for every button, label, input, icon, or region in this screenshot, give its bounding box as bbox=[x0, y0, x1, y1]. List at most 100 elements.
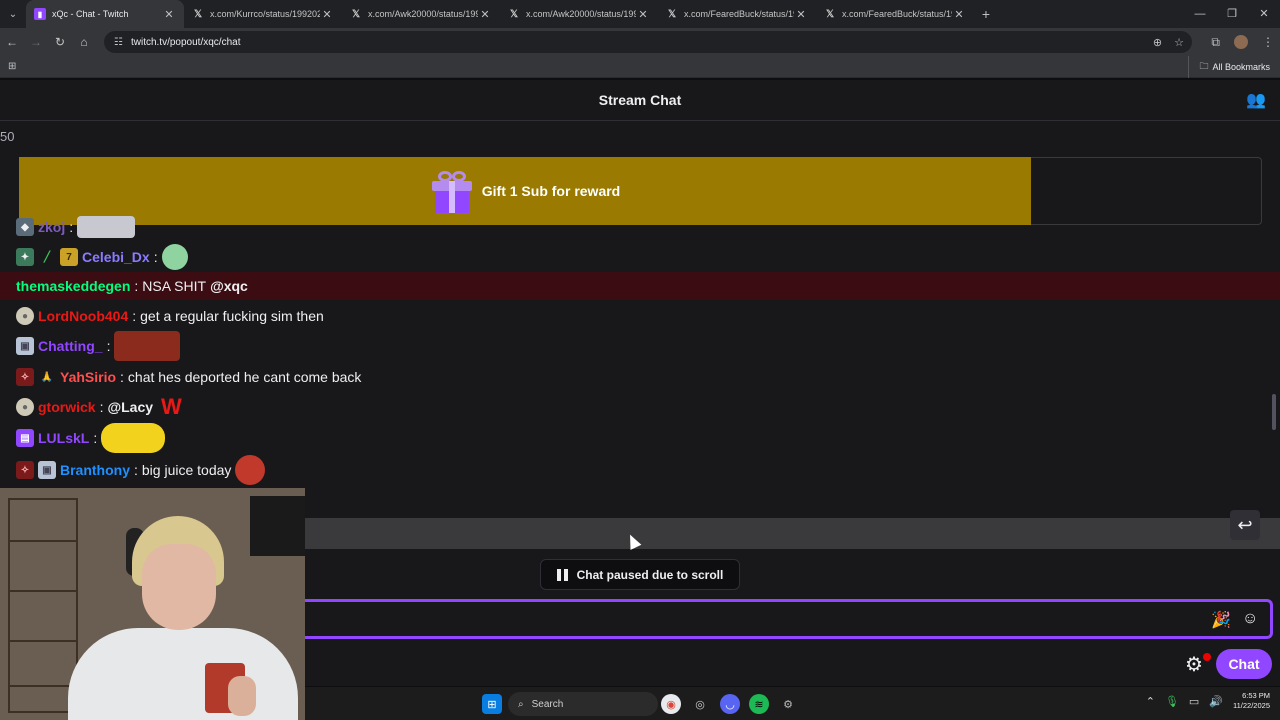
all-bookmarks-label: All Bookmarks bbox=[1212, 62, 1270, 72]
subscriber-badge-icon: ● bbox=[16, 398, 34, 416]
close-icon[interactable]: ✕ bbox=[952, 8, 966, 21]
tab-title: x.com/Kurrco/status/19920218 bbox=[210, 9, 320, 19]
microphone-icon[interactable]: 🎙 bbox=[1165, 695, 1179, 708]
tab-x-fearedbuck-1[interactable]: 𝕏 x.com/FearedBuck/status/1992 ✕ bbox=[658, 0, 816, 28]
address-bar-row: ← → ↻ ⌂ ☷ twitch.tv/popout/xqc/chat ⊕ ☆ … bbox=[0, 28, 1280, 56]
chat-message-list[interactable]: 50 Gift 1 Sub for reward ◆ zkoj : ✦ ╱ 7 … bbox=[0, 121, 1280, 518]
gift-box-icon bbox=[430, 169, 474, 213]
chat-username[interactable]: YahSirio bbox=[60, 369, 116, 385]
windows-start-icon[interactable]: ⊞ bbox=[482, 694, 502, 714]
window-controls: — ❐ ✕ bbox=[1184, 0, 1280, 28]
clock[interactable]: 6:53 PM 11/22/2025 bbox=[1233, 691, 1270, 711]
chat-message[interactable]: ▤ LULskL : bbox=[16, 423, 166, 453]
back-icon[interactable]: ← bbox=[0, 35, 24, 49]
chat-message[interactable]: ✧ 🙏 YahSirio : chat hes deported he cant… bbox=[16, 363, 361, 391]
chat-text: get a regular fucking sim then bbox=[140, 308, 324, 324]
discord-icon[interactable]: ◡ bbox=[720, 694, 740, 714]
chat-username[interactable]: Celebi_Dx bbox=[82, 249, 150, 265]
chat-username[interactable]: themaskeddegen bbox=[16, 278, 130, 294]
chat-username[interactable]: zkoj bbox=[38, 219, 65, 235]
chat-message[interactable]: ● LordNoob404 : get a regular fucking si… bbox=[16, 302, 324, 330]
gift-sub-banner[interactable]: Gift 1 Sub for reward bbox=[19, 157, 1031, 225]
chat-message-highlighted[interactable]: themaskeddegen : NSA SHIT @xqc bbox=[0, 272, 1280, 300]
tab-x-awk-2[interactable]: 𝕏 x.com/Awk20000/status/19919 ✕ bbox=[500, 0, 658, 28]
forward-icon[interactable]: → bbox=[24, 35, 48, 49]
reload-icon[interactable]: ↻ bbox=[48, 35, 72, 49]
tab-x-awk-1[interactable]: 𝕏 x.com/Awk20000/status/19921 ✕ bbox=[342, 0, 500, 28]
tab-search-icon[interactable]: ⌄ bbox=[0, 0, 26, 28]
chat-scrollbar[interactable] bbox=[1272, 394, 1276, 430]
subscriber-badge-icon: ✧ bbox=[16, 461, 34, 479]
bookmark-star-icon[interactable]: ☆ bbox=[1174, 36, 1184, 49]
subscriber-badge-icon: ✦ bbox=[16, 248, 34, 266]
site-info-icon[interactable]: ☷ bbox=[114, 37, 123, 48]
subscriber-badge-icon: ▣ bbox=[38, 461, 56, 479]
chat-input[interactable] bbox=[305, 602, 1270, 636]
minimize-icon[interactable]: — bbox=[1184, 0, 1216, 28]
volume-icon[interactable]: 🔊 bbox=[1209, 695, 1223, 708]
app-icon[interactable]: ◎ bbox=[690, 694, 710, 714]
emote-image bbox=[101, 423, 166, 453]
x-icon: 𝕏 bbox=[825, 8, 835, 20]
system-tray: ⌃ 🎙 ▭ 🔊 6:53 PM 11/22/2025 bbox=[1146, 691, 1270, 711]
clock-time: 6:53 PM bbox=[1242, 691, 1270, 700]
w-emote: W bbox=[161, 394, 182, 419]
extensions-icon[interactable]: ⧉ bbox=[1211, 35, 1220, 50]
browser-tab-bar: ⌄ ▮ xQc - Chat - Twitch ✕ 𝕏 x.com/Kurrco… bbox=[0, 0, 1280, 28]
chevron-up-icon[interactable]: ⌃ bbox=[1146, 695, 1155, 708]
zoom-icon[interactable]: ⊕ bbox=[1153, 36, 1162, 49]
chat-username[interactable]: gtorwick bbox=[38, 399, 96, 415]
chat-settings-gear-icon[interactable]: ⚙ bbox=[1185, 652, 1203, 677]
taskbar-search[interactable]: ⌕ Search bbox=[508, 692, 658, 716]
chat-message[interactable]: ● gtorwick : @Lacy W bbox=[16, 393, 182, 421]
browser-menu-icon[interactable]: ⋮ bbox=[1262, 35, 1274, 49]
subscriber-badge-icon: ◆ bbox=[16, 218, 34, 236]
close-icon[interactable]: ✕ bbox=[320, 8, 334, 21]
chat-paused-button[interactable]: Chat paused due to scroll bbox=[540, 559, 740, 590]
folder-icon: 🗀 bbox=[1199, 61, 1209, 71]
chat-mention[interactable]: @Lacy bbox=[107, 399, 153, 415]
community-users-icon[interactable]: 👥 bbox=[1246, 90, 1266, 110]
chat-input-box[interactable] bbox=[305, 599, 1273, 639]
party-popper-icon[interactable]: 🎉 bbox=[1211, 610, 1231, 630]
subscriber-badge-icon: ▣ bbox=[16, 337, 34, 355]
search-icon: ⌕ bbox=[518, 698, 524, 710]
subscriber-badge-icon: ● bbox=[16, 307, 34, 325]
x-icon: 𝕏 bbox=[667, 8, 677, 20]
chrome-icon[interactable]: ◉ bbox=[661, 694, 681, 714]
reply-arrow-icon[interactable]: ↩ bbox=[1230, 510, 1260, 540]
home-icon[interactable]: ⌂ bbox=[72, 35, 96, 49]
settings-app-icon[interactable]: ⚙ bbox=[778, 694, 798, 714]
url-field[interactable]: ☷ twitch.tv/popout/xqc/chat ⊕ ☆ bbox=[104, 31, 1192, 53]
chat-message[interactable]: ▣ Chatting_ : bbox=[16, 331, 181, 361]
network-icon[interactable]: ▭ bbox=[1189, 695, 1199, 708]
tab-x-fearedbuck-2[interactable]: 𝕏 x.com/FearedBuck/status/1992 ✕ bbox=[816, 0, 974, 28]
chat-username[interactable]: Chatting_ bbox=[38, 338, 103, 354]
profile-avatar[interactable] bbox=[1234, 35, 1248, 49]
chat-username[interactable]: LordNoob404 bbox=[38, 308, 128, 324]
chat-text: chat hes deported he cant come back bbox=[127, 369, 362, 385]
close-icon[interactable]: ✕ bbox=[636, 8, 650, 21]
close-icon[interactable]: ✕ bbox=[162, 8, 176, 21]
emote-picker-icon[interactable]: ☺ bbox=[1242, 610, 1258, 628]
chat-title: Stream Chat bbox=[598, 92, 682, 108]
chat-message[interactable]: ✧ ▣ Branthony : big juice today bbox=[16, 455, 266, 485]
close-window-icon[interactable]: ✕ bbox=[1248, 0, 1280, 28]
apps-grid-icon[interactable]: ⊞ bbox=[8, 61, 16, 72]
chat-username[interactable]: Branthony bbox=[60, 462, 130, 478]
all-bookmarks-button[interactable]: 🗀 All Bookmarks bbox=[1188, 56, 1270, 78]
gift-banner-frame bbox=[1031, 157, 1262, 225]
close-icon[interactable]: ✕ bbox=[794, 8, 808, 21]
spotify-icon[interactable]: ≋ bbox=[749, 694, 769, 714]
chat-message[interactable]: ✦ ╱ 7 Celebi_Dx : bbox=[16, 243, 188, 271]
chat-send-button[interactable]: Chat bbox=[1216, 649, 1272, 679]
chat-username[interactable]: LULskL bbox=[38, 430, 89, 446]
restore-icon[interactable]: ❐ bbox=[1216, 0, 1248, 28]
new-tab-icon[interactable]: + bbox=[974, 6, 998, 22]
chat-message[interactable]: ◆ zkoj : bbox=[16, 213, 136, 241]
close-icon[interactable]: ✕ bbox=[478, 8, 492, 21]
chat-mention[interactable]: @xqc bbox=[210, 278, 248, 294]
tab-x-kurrco[interactable]: 𝕏 x.com/Kurrco/status/19920218 ✕ bbox=[184, 0, 342, 28]
gift-banner-label: Gift 1 Sub for reward bbox=[481, 183, 621, 199]
tab-twitch-chat[interactable]: ▮ xQc - Chat - Twitch ✕ bbox=[26, 0, 184, 28]
